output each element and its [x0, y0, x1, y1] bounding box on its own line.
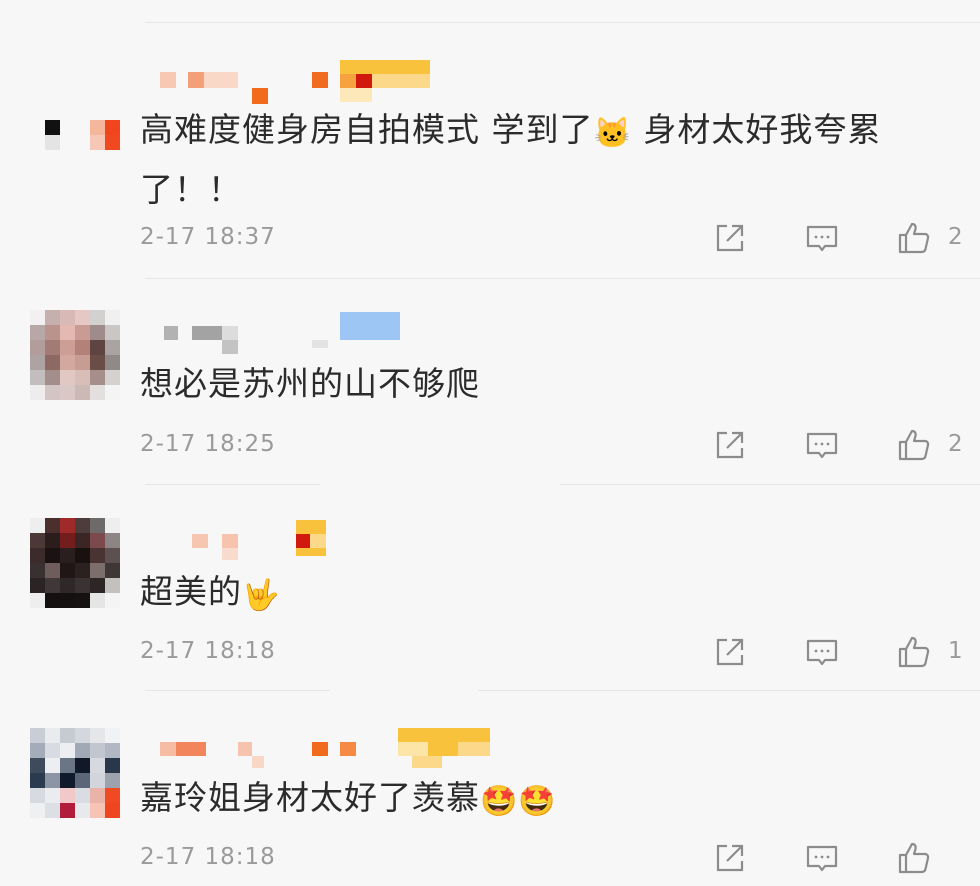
username-redacted[interactable] — [140, 728, 560, 772]
like-count: 2 — [948, 431, 963, 457]
like-icon[interactable] — [896, 840, 932, 876]
comment-icon[interactable] — [804, 634, 840, 670]
share-icon[interactable] — [712, 840, 748, 876]
comment-text-part-1: 想必是苏州的山不够爬 — [140, 364, 480, 403]
comment-text-part-1: 嘉玲姐身材太好了羡慕 — [140, 778, 480, 817]
timestamp: 2-17 18:18 — [140, 638, 276, 664]
like-count: 2 — [948, 224, 963, 250]
share-icon[interactable] — [712, 427, 748, 463]
timestamp: 2-17 18:18 — [140, 844, 276, 870]
comment-meta-row: 2-17 18:25 2 — [140, 427, 980, 467]
comment-icon[interactable] — [804, 427, 840, 463]
rock-on-hand-emoji-icon: 🤟 — [242, 578, 281, 613]
avatar[interactable] — [30, 728, 120, 818]
cat-face-emoji-icon: 🐱 — [593, 116, 632, 151]
avatar[interactable] — [30, 310, 120, 400]
timestamp: 2-17 18:37 — [140, 224, 276, 250]
username-redacted[interactable] — [140, 58, 560, 104]
like-icon[interactable] — [896, 634, 932, 670]
like-icon[interactable] — [896, 427, 932, 463]
avatar[interactable] — [30, 518, 120, 608]
comment-text-part-1: 超美的 — [140, 572, 242, 611]
divider — [145, 690, 330, 691]
comment-icon[interactable] — [804, 840, 840, 876]
star-struck-emoji-icon: 🤩 — [518, 784, 557, 819]
comment-meta-row: 2-17 18:37 2 — [140, 220, 980, 260]
comment-text: 超美的🤟 — [140, 564, 940, 624]
star-struck-emoji-icon: 🤩 — [480, 784, 519, 819]
timestamp: 2-17 18:25 — [140, 431, 276, 457]
like-icon[interactable] — [896, 220, 932, 256]
username-redacted[interactable] — [140, 518, 560, 562]
share-icon[interactable] — [712, 634, 748, 670]
comment-text: 嘉玲姐身材太好了羡慕🤩🤩 — [140, 770, 940, 830]
share-icon[interactable] — [712, 220, 748, 256]
comment-icon[interactable] — [804, 220, 840, 256]
comment-meta-row: 2-17 18:18 — [140, 840, 980, 880]
comment-meta-row: 2-17 18:18 1 — [140, 634, 980, 674]
top-divider — [145, 22, 980, 23]
comment-text-part-1: 高难度健身房自拍模式 学到了 — [140, 110, 594, 149]
username-redacted[interactable] — [140, 312, 560, 356]
divider — [145, 278, 980, 279]
avatar[interactable] — [30, 90, 120, 180]
like-count: 1 — [948, 638, 963, 664]
divider — [560, 484, 980, 485]
divider — [145, 484, 320, 485]
comment-text: 想必是苏州的山不够爬 — [140, 356, 940, 412]
divider — [478, 690, 980, 691]
comment-text: 高难度健身房自拍模式 学到了🐱 身材太好我夸累了！！ — [140, 102, 940, 218]
